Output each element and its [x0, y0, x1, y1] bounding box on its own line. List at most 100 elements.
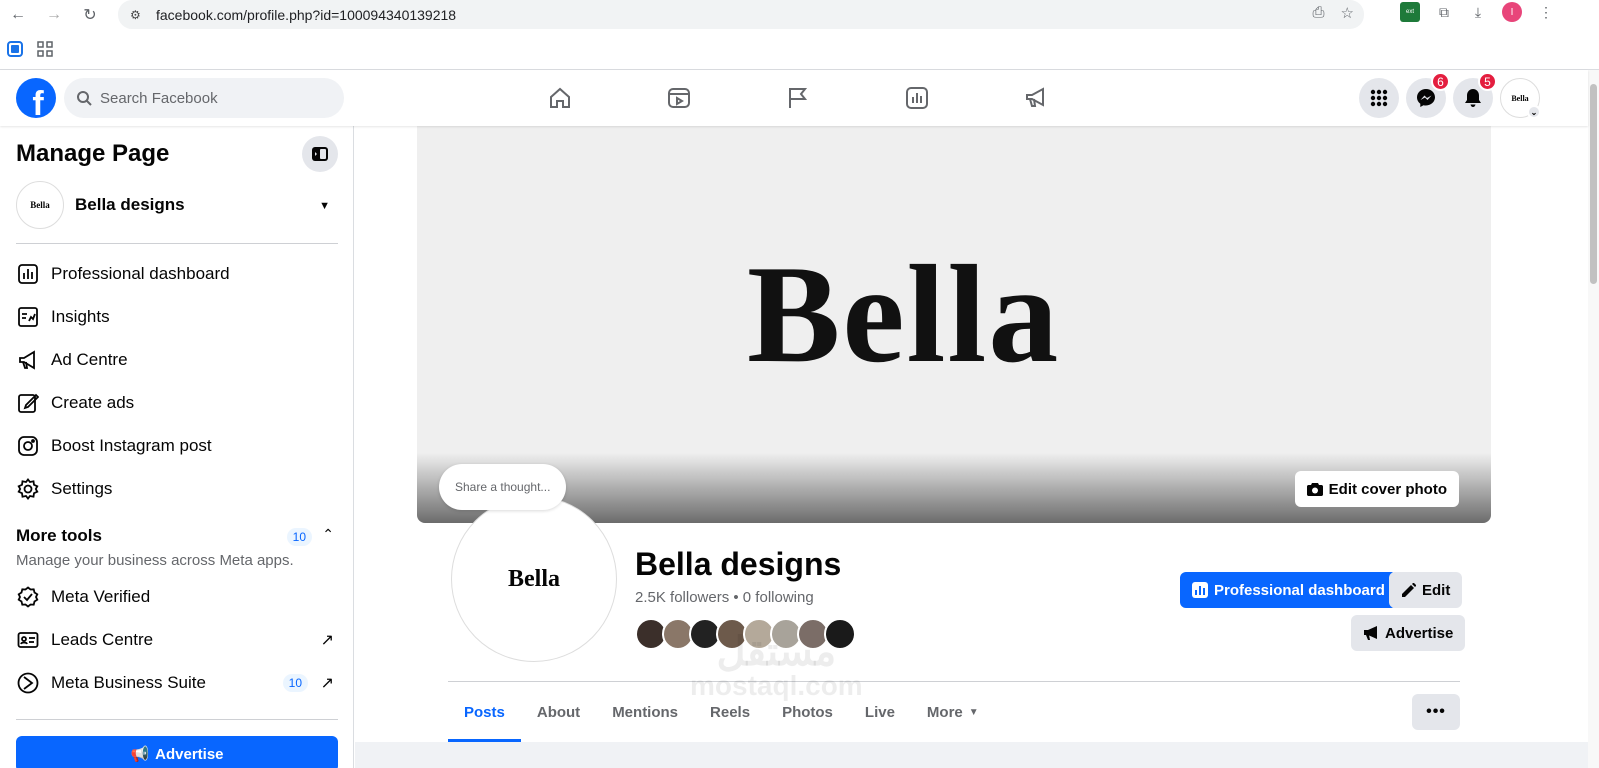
- notifications-badge: 5: [1478, 72, 1497, 91]
- nav-flag-icon[interactable]: [738, 70, 857, 126]
- browser-profile-avatar[interactable]: I: [1502, 2, 1522, 22]
- sidebar-item-insights[interactable]: Insights: [16, 297, 338, 337]
- cover-photo[interactable]: Bella Edit cover photo: [417, 126, 1491, 523]
- business-suite-count: 10: [282, 674, 308, 692]
- browser-toolbar: ← → ↻ ⚙ facebook.com/profile.php?id=1000…: [0, 0, 1599, 29]
- megaphone-icon: 📢: [130, 746, 150, 763]
- account-avatar[interactable]: Bella ⌄: [1500, 78, 1541, 119]
- sidebar-item-professional-dashboard[interactable]: Professional dashboard: [16, 254, 338, 294]
- install-icon[interactable]: ⎙: [1313, 4, 1325, 22]
- sidebar-item-meta-business-suite[interactable]: Meta Business Suite 10 ↗: [16, 663, 338, 703]
- nav-megaphone-icon[interactable]: [976, 70, 1095, 126]
- menu-grid-button[interactable]: [1359, 78, 1399, 118]
- extensions-puzzle-icon[interactable]: ⧉: [1434, 2, 1454, 22]
- nav-reels-icon[interactable]: [619, 70, 738, 126]
- search-input[interactable]: [100, 89, 320, 107]
- reload-icon[interactable]: ↻: [72, 0, 108, 29]
- pencil-icon: [1401, 582, 1416, 598]
- divider: [16, 243, 338, 244]
- sidebar-item-label: Meta Business Suite: [51, 673, 206, 692]
- profile-picture[interactable]: Bella: [451, 496, 617, 662]
- tab-mentions[interactable]: Mentions: [596, 682, 694, 742]
- bell-icon: [1465, 89, 1481, 107]
- notifications-button[interactable]: 5: [1453, 72, 1497, 118]
- followers-count[interactable]: 2.5K followers • 0 following: [635, 589, 814, 606]
- megaphone-icon: [1363, 626, 1379, 640]
- verified-icon: [16, 585, 40, 609]
- tab-posts[interactable]: Posts: [448, 682, 521, 742]
- tab-favicon-icon[interactable]: [6, 40, 24, 58]
- business-suite-icon: [16, 671, 40, 695]
- scrollbar-thumb[interactable]: [1590, 84, 1597, 284]
- edit-cover-photo-button[interactable]: Edit cover photo: [1294, 471, 1459, 507]
- facebook-logo[interactable]: f: [16, 78, 56, 118]
- nav-dashboard-icon[interactable]: [857, 70, 976, 126]
- chevron-up-icon[interactable]: ⌃: [322, 526, 334, 543]
- advertise-label: Advertise: [155, 745, 224, 763]
- sidebar-item-label: Ad Centre: [51, 350, 128, 369]
- sidebar-item-label: Professional dashboard: [51, 264, 230, 283]
- sidebar-item-create-ads[interactable]: Create ads: [16, 383, 338, 423]
- apps-grid-icon[interactable]: [36, 40, 54, 58]
- instagram-icon: [16, 434, 40, 458]
- messenger-badge: 6: [1431, 72, 1450, 91]
- sidebar-item-label: Insights: [51, 307, 110, 326]
- sidebar-item-label: Settings: [51, 479, 113, 498]
- more-tools-section[interactable]: More tools Manage your business across M…: [16, 526, 338, 569]
- messenger-icon: [1417, 89, 1435, 107]
- sidebar-collapse-button[interactable]: [302, 136, 338, 172]
- sidebar-item-label: Meta Verified: [51, 587, 151, 606]
- leads-icon: [16, 628, 40, 652]
- pro-dashboard-label: Professional dashboard: [1214, 581, 1385, 599]
- page-scrollbar[interactable]: [1588, 70, 1599, 768]
- browser-menu-icon[interactable]: ⋮: [1536, 2, 1556, 22]
- url-text[interactable]: facebook.com/profile.php?id=100094340139…: [156, 7, 456, 23]
- site-settings-icon[interactable]: ⚙: [130, 7, 146, 23]
- camera-icon: [1306, 482, 1323, 496]
- page-switcher-name: Bella designs: [75, 195, 185, 214]
- messenger-button[interactable]: 6: [1406, 72, 1450, 118]
- main-nav: [500, 70, 1095, 126]
- share-thought-bubble[interactable]: Share a thought...: [439, 464, 567, 510]
- professional-dashboard-button[interactable]: Professional dashboard: [1180, 572, 1397, 608]
- pencil-icon: [16, 391, 40, 415]
- edit-page-button[interactable]: Edit: [1389, 572, 1463, 608]
- sidebar-toggle-icon: [312, 147, 328, 161]
- watermark-arabic: مستقل: [716, 630, 837, 674]
- bookmarks-bar: [0, 29, 1599, 70]
- gear-icon: [16, 477, 40, 501]
- advertise-label: Advertise: [1385, 624, 1454, 642]
- tab-more[interactable]: More ▼: [911, 682, 995, 742]
- sidebar-item-leads-centre[interactable]: Leads Centre ↗: [16, 620, 338, 660]
- advertise-button[interactable]: Advertise: [1351, 615, 1466, 651]
- grid-icon: [1370, 89, 1388, 107]
- manage-page-sidebar: Manage Page Bella Bella designs ▼ Profes…: [0, 126, 354, 768]
- sidebar-advertise-button[interactable]: 📢 Advertise: [16, 736, 338, 768]
- forward-icon[interactable]: →: [36, 0, 72, 29]
- sidebar-item-label: Boost Instagram post: [51, 436, 212, 455]
- external-link-icon: ↗: [320, 675, 334, 692]
- bookmark-star-icon[interactable]: ☆: [1341, 4, 1354, 22]
- extension-icon[interactable]: ext: [1400, 2, 1420, 22]
- search-box[interactable]: [64, 78, 344, 118]
- nav-home-icon[interactable]: [500, 70, 619, 126]
- watermark-latin: mostaql.com: [690, 670, 863, 701]
- page-avatar: Bella: [16, 181, 64, 229]
- dashboard-icon: [16, 262, 40, 286]
- sidebar-item-settings[interactable]: Settings: [16, 469, 338, 509]
- cover-wordmark: Bella: [747, 237, 1061, 392]
- address-bar[interactable]: ⚙ facebook.com/profile.php?id=1000943401…: [118, 0, 1364, 29]
- page-switcher[interactable]: Bella Bella designs ▼: [16, 180, 338, 230]
- more-tools-subtitle: Manage your business across Meta apps.: [16, 552, 294, 569]
- back-icon[interactable]: ←: [0, 0, 36, 29]
- external-link-icon: ↗: [320, 632, 334, 649]
- feed-background: [355, 742, 1588, 768]
- download-icon[interactable]: ⤓: [1468, 2, 1488, 22]
- more-options-button[interactable]: •••: [1412, 694, 1460, 730]
- sidebar-item-boost-instagram[interactable]: Boost Instagram post: [16, 426, 338, 466]
- chevron-down-icon: ⌄: [1527, 105, 1541, 119]
- dashboard-icon: [1192, 582, 1208, 598]
- sidebar-item-meta-verified[interactable]: Meta Verified: [16, 577, 338, 617]
- tab-about[interactable]: About: [521, 682, 596, 742]
- sidebar-item-ad-centre[interactable]: Ad Centre: [16, 340, 338, 380]
